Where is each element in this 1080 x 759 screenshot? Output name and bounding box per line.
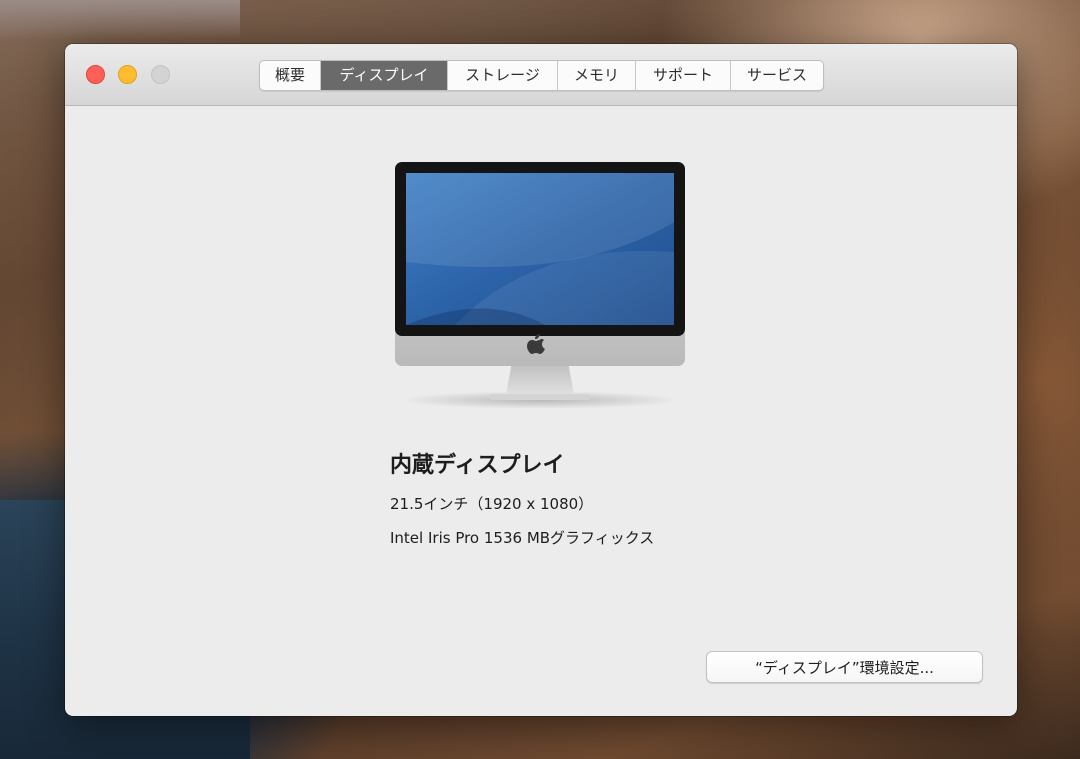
wallpaper-sky: [0, 0, 240, 40]
tab-support[interactable]: サポート: [636, 61, 731, 90]
tab-bar: 概要 ディスプレイ ストレージ メモリ サポート サービス: [259, 60, 824, 91]
tab-overview[interactable]: 概要: [260, 61, 321, 90]
display-name: 内蔵ディスプレイ: [390, 453, 565, 478]
minimize-window-button[interactable]: [118, 65, 137, 84]
close-window-button[interactable]: [86, 65, 105, 84]
tab-displays[interactable]: ディスプレイ: [321, 61, 448, 90]
display-graphics: Intel Iris Pro 1536 MBグラフィックス: [390, 529, 655, 547]
title-bar: 概要 ディスプレイ ストレージ メモリ サポート サービス: [65, 44, 1017, 106]
tab-service[interactable]: サービス: [731, 61, 823, 90]
zoom-window-button[interactable]: [151, 65, 170, 84]
tab-storage[interactable]: ストレージ: [448, 61, 558, 90]
about-this-mac-window: 概要 ディスプレイ ストレージ メモリ サポート サービス 内蔵ディスプレイ 2…: [65, 44, 1017, 716]
tab-memory[interactable]: メモリ: [558, 61, 636, 90]
imac-icon: [395, 162, 685, 412]
display-size: 21.5インチ（1920 x 1080）: [390, 495, 594, 513]
display-preferences-button[interactable]: “ディスプレイ”環境設定...: [706, 651, 983, 683]
